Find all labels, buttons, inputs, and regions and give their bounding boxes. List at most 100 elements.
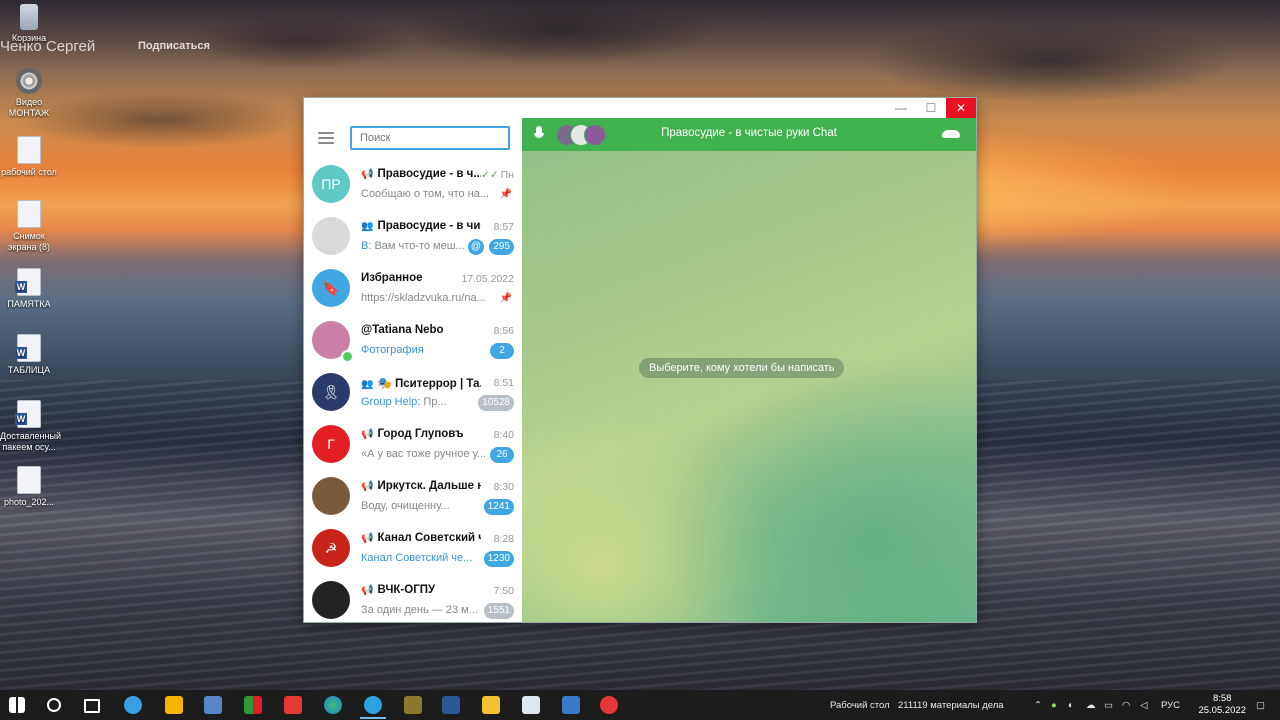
chat-time-text: 8:30 — [493, 481, 514, 493]
maximize-button[interactable]: ☐ — [916, 98, 946, 118]
app-icon[interactable] — [522, 696, 540, 714]
chat-avatar — [312, 477, 350, 515]
task-view-icon[interactable] — [84, 699, 100, 713]
preview-text: Сообщаю о том, что на... — [361, 188, 489, 200]
window-titlebar[interactable]: — ☐ ✕ — [304, 98, 976, 118]
desktop-icon[interactable]: Видео МОНТАЖ — [0, 68, 58, 119]
network-icon[interactable]: ☁ — [1086, 700, 1096, 711]
hamburger-menu-icon[interactable] — [318, 132, 338, 146]
file-explorer-icon[interactable] — [482, 696, 500, 714]
chat-time-text: 8:40 — [493, 429, 514, 441]
chat-time: 8:57 — [494, 221, 514, 233]
chat-preview: https://skladzvuka.ru/na... — [361, 292, 489, 304]
tray-app-icon[interactable]: ◐ — [1068, 700, 1074, 711]
chat-area: Правосудие - в чистые руки Chat Выберите… — [522, 118, 976, 622]
edge-icon[interactable] — [324, 696, 342, 714]
chat-title: 📢Канал Советский ч... — [361, 532, 481, 544]
unread-badge: 1551 — [483, 603, 514, 619]
unread-badge: 10528 — [478, 395, 514, 411]
subscribe-link[interactable]: Подписаться — [138, 40, 210, 52]
search-input[interactable] — [350, 126, 510, 150]
chat-time-text: 17.05.2022 — [461, 273, 514, 285]
app-icon[interactable] — [562, 696, 580, 714]
windows-start-icon[interactable] — [9, 697, 25, 713]
app-icon[interactable] — [244, 696, 262, 714]
sticky-notes-icon[interactable] — [165, 696, 183, 714]
avatar-text: 🔖 — [322, 280, 340, 296]
chat-list-item[interactable]: 📢 ВЧК-ОГПУ 7:50 За один день — 23 м... 1551 — [304, 574, 522, 622]
file-icon — [17, 136, 41, 164]
toolbar-folder-label[interactable]: 211119 материалы дела — [898, 700, 1004, 711]
file-icon — [17, 466, 41, 494]
toolbar-desktop-label[interactable]: Рабочий стол — [830, 700, 890, 711]
wifi-icon[interactable]: ◠ — [1122, 700, 1130, 711]
app-icon[interactable] — [404, 696, 422, 714]
hang-up-icon[interactable] — [942, 130, 960, 138]
chat-list-item[interactable]: Г 📢 Город Глуповъ 8:40 «А у вас тоже ручное … — [304, 418, 522, 470]
app-icon[interactable] — [124, 696, 142, 714]
preview-sender: Фотография — [361, 344, 424, 356]
chat-title-text: ВЧК-ОГПУ — [377, 584, 436, 596]
search-icon[interactable] — [47, 698, 61, 712]
chat-title-text: Правосудие - в ч... — [377, 168, 481, 180]
chat-avatar: 🔖 — [312, 269, 350, 307]
clock[interactable]: 8:58 25.05.2022 — [1198, 693, 1246, 717]
chat-list-item[interactable]: 🔖 Избранное 17.05.2022 https://skladzvuka.r… — [304, 262, 522, 314]
desktop-icon-label: ПАМЯТКА — [7, 299, 51, 309]
chat-preview: Воду, очищенну... — [361, 500, 489, 512]
preview-text: Вам что-то меш... — [374, 240, 465, 252]
chat-avatar: 🎗 — [312, 373, 350, 411]
avatar-text: 🎗 — [322, 384, 340, 400]
tray-app-icon[interactable]: ● — [1051, 700, 1057, 711]
volume-icon[interactable]: ◁ — [1140, 700, 1147, 711]
chat-type-icon: 📢 — [361, 533, 374, 544]
yandex-browser-icon[interactable] — [284, 696, 302, 714]
desktop-icon[interactable]: Доставленный пакеем осу... — [0, 400, 61, 453]
chat-type-icon: 📢 — [361, 169, 374, 180]
desktop-icon-label: Снимок экрана (8) — [7, 231, 51, 252]
minimize-button[interactable]: — — [886, 98, 916, 118]
desktop-icon[interactable]: Корзина — [0, 4, 58, 44]
chat-list-item[interactable]: @Tatiana Nebo 8:56 Фотография 2 — [304, 314, 522, 366]
word-icon[interactable] — [442, 696, 460, 714]
preview-text: «А у вас тоже ручное у... — [361, 448, 487, 460]
chat-time: 8:40 — [494, 429, 514, 441]
avatar-text: ☭ — [324, 540, 338, 556]
desktop-icon[interactable]: рабочий стол — [0, 136, 58, 178]
language-indicator[interactable]: РУС — [1161, 700, 1180, 711]
chat-time-text: 7:50 — [493, 585, 514, 597]
active-app-indicator — [360, 717, 386, 719]
desktop-icon[interactable]: ПАМЯТКА — [0, 268, 58, 310]
chat-preview: Group Help: Пр... — [361, 396, 489, 408]
close-button[interactable]: ✕ — [946, 98, 976, 118]
chat-title-text: @Tatiana Nebo — [361, 324, 444, 336]
chat-list-item[interactable]: 📢Иркутск. Дальше н... 8:30 Воду, очищенну.… — [304, 470, 522, 522]
notifications-icon[interactable]: ▢ — [1256, 700, 1265, 711]
battery-icon[interactable]: ▭ — [1104, 700, 1113, 711]
preview-sender: Group Help: — [361, 396, 421, 408]
chat-list-item[interactable]: ☭ 📢Канал Советский ч... 8:28 Канал Советски… — [304, 522, 522, 574]
desktop-icon[interactable]: Снимок экрана (8) — [0, 200, 58, 253]
app-icon[interactable] — [204, 696, 222, 714]
chat-list-item[interactable]: ПР 📢 Правосудие - в ч... ✓✓ Пн Сообщаю о том,… — [304, 158, 522, 210]
chat-list-item[interactable]: 🎗 👥 🎭 Пситеррор | Та... 8:51 Group Help: Пр.… — [304, 366, 522, 418]
chat-time-text: 8:57 — [493, 221, 514, 233]
chat-preview: Канал Советский че... — [361, 552, 489, 564]
chevron-up-icon[interactable]: ⌃ — [1034, 700, 1042, 711]
chat-list-item[interactable]: 👥Правосудие - в чис... 8:57 В: Вам что-то … — [304, 210, 522, 262]
yandex-icon[interactable] — [600, 696, 618, 714]
preview-sender: В: — [361, 240, 372, 252]
telegram-icon[interactable] — [364, 696, 382, 714]
avatar-text: Г — [327, 436, 335, 452]
chat-avatar: ПР — [312, 165, 350, 203]
chat-type-icon: 👥 — [361, 221, 374, 232]
chat-sidebar: ПР📢Правосудие - в ч...✓✓ПнСообщаю о том,… — [304, 118, 523, 622]
desktop-icon[interactable]: photo_202... — [0, 466, 58, 508]
chat-time-text: 8:51 — [493, 377, 514, 389]
chat-time: 8:30 — [494, 481, 514, 493]
chat-title-text: Иркутск. Дальше н... — [377, 480, 481, 492]
desktop-icon-label: рабочий стол — [1, 167, 57, 177]
group-call-bar[interactable]: Правосудие - в чистые руки Chat — [522, 118, 976, 151]
desktop-icon[interactable]: ТАБЛИЦА — [0, 334, 58, 376]
chat-type-icon: 📢 — [361, 585, 374, 596]
